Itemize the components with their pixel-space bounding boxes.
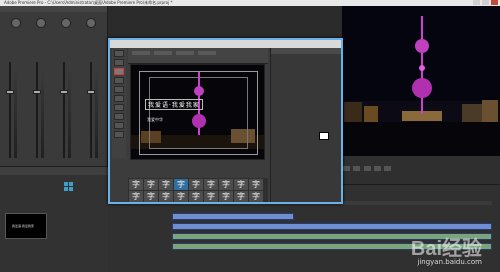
program-monitor [342, 6, 500, 156]
pan-knob[interactable] [85, 18, 96, 28]
maximize-button[interactable] [482, 0, 489, 5]
thumbnail-caption: 我爱语·我爱我家 [12, 224, 34, 228]
title-style-swatch[interactable]: 字 [189, 191, 203, 202]
close-button[interactable] [491, 0, 498, 5]
title-style-swatch[interactable]: 字 [219, 179, 233, 190]
pan-knob[interactable] [36, 18, 47, 28]
fader-track [36, 62, 38, 158]
level-meter [68, 62, 71, 158]
title-toolbar [128, 48, 268, 64]
minimize-button[interactable] [473, 0, 480, 5]
volume-fader[interactable] [6, 90, 14, 94]
level-meter [41, 62, 44, 158]
project-panel-header[interactable] [0, 167, 108, 175]
channel-strip [6, 62, 20, 158]
title-style-swatch[interactable]: 字 [204, 179, 218, 190]
audio-mixer-panel [0, 6, 108, 166]
font-style-dropdown[interactable] [154, 51, 172, 55]
volume-fader[interactable] [60, 90, 68, 94]
line-tool-icon[interactable] [114, 131, 124, 138]
volume-fader[interactable] [87, 90, 95, 94]
title-designer-dialog: 我爱语·我爱我家 我爱中华 字字字字字字字字字字字字字字字字字字 [108, 38, 343, 204]
window-title: Adobe Premiere Pro - C:\Users\Administra… [4, 0, 173, 5]
title-style-swatch[interactable]: 字 [174, 179, 188, 190]
pan-knob[interactable] [11, 18, 22, 28]
title-properties-panel [270, 48, 341, 202]
fader-track [9, 62, 11, 158]
program-transport-controls [342, 156, 500, 184]
title-style-swatch[interactable]: 字 [144, 191, 158, 202]
rectangle-tool-icon[interactable] [114, 113, 124, 120]
title-tools-column [112, 48, 126, 158]
path-type-tool-icon[interactable] [114, 95, 124, 102]
pen-tool-icon[interactable] [114, 104, 124, 111]
ellipse-tool-icon[interactable] [114, 122, 124, 129]
volume-fader[interactable] [33, 90, 41, 94]
dialog-titlebar[interactable] [110, 40, 341, 48]
watermark-url: jingyan.baidu.com [417, 258, 482, 266]
channel-strips [6, 62, 101, 158]
project-icon-grid-icon[interactable] [64, 182, 73, 191]
channel-strip [87, 62, 101, 158]
loop-button[interactable] [373, 166, 381, 171]
export-frame-button[interactable] [384, 166, 392, 171]
watermark-logo: Bai经验 [410, 238, 482, 260]
play-button[interactable] [353, 166, 361, 171]
video-clip[interactable] [172, 213, 294, 220]
channel-strip [60, 62, 74, 158]
fader-track [63, 62, 65, 158]
alignment-buttons[interactable] [198, 51, 216, 55]
title-style-swatch[interactable]: 字 [234, 179, 248, 190]
title-style-swatch[interactable]: 字 [129, 179, 143, 190]
title-main-text[interactable]: 我爱语·我爱我家 [145, 99, 203, 110]
title-style-swatch[interactable]: 字 [249, 179, 263, 190]
title-safe-guide [149, 77, 248, 149]
pan-knob-row [0, 12, 107, 28]
title-style-swatch[interactable]: 字 [129, 191, 143, 202]
font-size-field[interactable] [176, 51, 194, 55]
title-clip-thumbnail[interactable]: 我爱语·我爱我家 [5, 213, 47, 239]
rotation-tool-icon[interactable] [114, 59, 124, 66]
title-style-swatch[interactable]: 字 [159, 179, 173, 190]
font-family-dropdown[interactable] [132, 51, 150, 55]
watermark: Bai经验 jingyan.baidu.com [342, 232, 492, 270]
area-type-tool-icon[interactable] [114, 86, 124, 93]
fader-track [90, 62, 92, 158]
title-style-swatch[interactable]: 字 [249, 191, 263, 202]
channel-strip [33, 62, 47, 158]
level-meter [95, 62, 98, 158]
video-clip[interactable] [172, 223, 492, 230]
title-style-swatch[interactable]: 字 [204, 191, 218, 202]
title-sub-text[interactable]: 我爱中华 [147, 117, 163, 123]
step-forward-button[interactable] [363, 166, 371, 171]
project-panel: 我爱语·我爱我家 [0, 166, 108, 272]
property-row[interactable] [271, 74, 341, 79]
fill-color-swatch[interactable] [319, 132, 329, 140]
level-meter [14, 62, 17, 158]
vertical-type-tool-icon[interactable] [114, 77, 124, 84]
title-style-swatch[interactable]: 字 [189, 179, 203, 190]
title-style-swatch[interactable]: 字 [144, 179, 158, 190]
selection-tool-icon[interactable] [114, 50, 124, 57]
window-controls [473, 0, 498, 5]
type-tool-icon[interactable] [114, 68, 124, 75]
pan-knob[interactable] [60, 18, 71, 28]
title-style-swatch[interactable]: 字 [159, 191, 173, 202]
step-back-button[interactable] [343, 166, 350, 171]
title-canvas[interactable]: 我爱语·我爱我家 我爱中华 [130, 64, 265, 160]
title-style-swatch[interactable]: 字 [174, 191, 188, 202]
title-style-swatch[interactable]: 字 [219, 191, 233, 202]
title-style-swatch[interactable]: 字 [234, 191, 248, 202]
night-city-image [342, 6, 500, 156]
title-styles-grid: 字字字字字字字字字字字字字字字字字字 [128, 178, 268, 202]
